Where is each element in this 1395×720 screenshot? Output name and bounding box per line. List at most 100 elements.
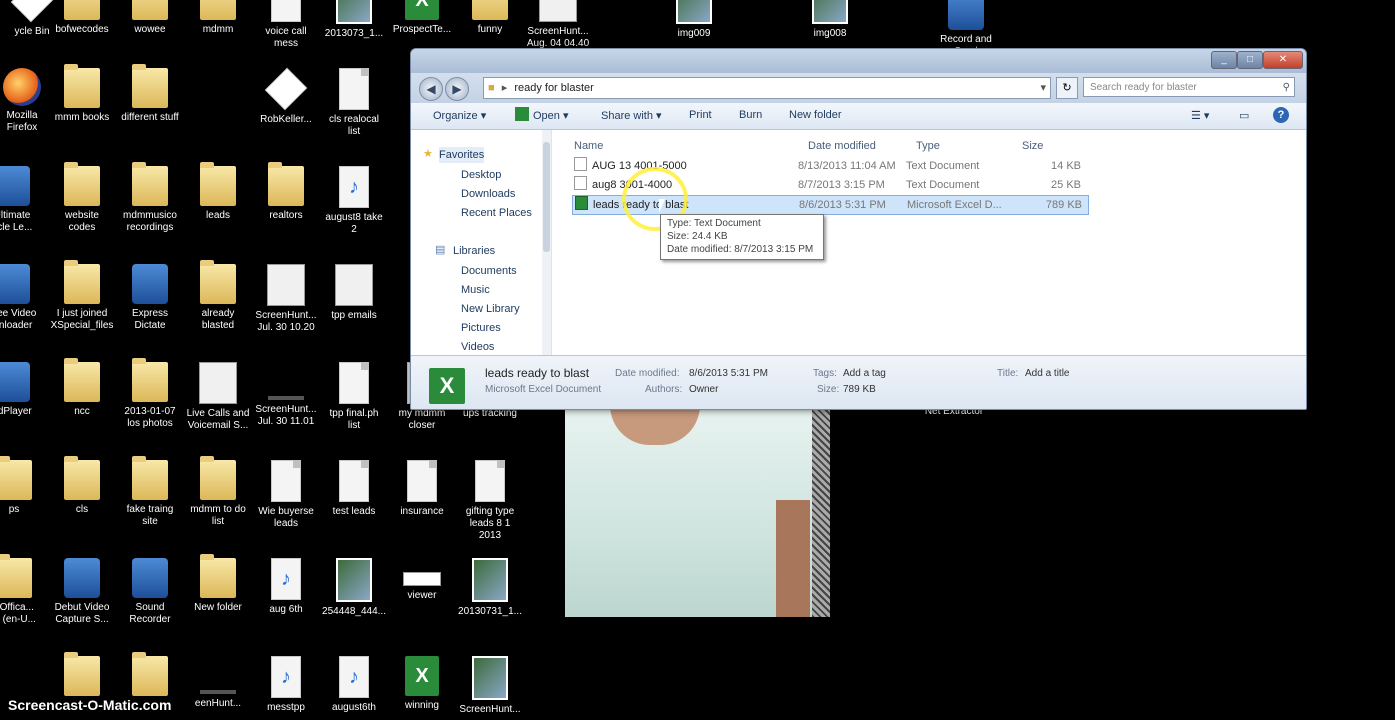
view-options-icon[interactable]: ☰ ▾	[1191, 109, 1209, 122]
search-icon[interactable]: ⚲	[1283, 78, 1290, 98]
open-button[interactable]: Open ▾	[533, 109, 569, 122]
desktop-icon[interactable]: ps	[0, 456, 46, 516]
desktop-icon[interactable]: 2013-01-07 los photos	[118, 358, 182, 430]
burn-button[interactable]: Burn	[739, 109, 762, 121]
desktop-icon[interactable]: tpp emails	[322, 264, 386, 322]
nav-favorites[interactable]: Favorites	[439, 147, 485, 163]
desktop-icon[interactable]: 254448_444...	[322, 558, 386, 618]
desktop-icon[interactable]: mdmmusico recordings	[118, 162, 182, 234]
desktop-icon[interactable]: X ProspectTe...	[390, 0, 454, 36]
column-size[interactable]: Size	[1022, 140, 1043, 152]
desktop-icon[interactable]: ♪ august8 take 2	[322, 166, 386, 236]
desktop-icon[interactable]	[50, 652, 114, 700]
nav-libraries[interactable]: Libraries	[453, 243, 495, 259]
desktop-icon[interactable]: eenHunt...	[186, 656, 250, 710]
desktop-icon[interactable]: ScreenHunt... Aug. 04 04.40	[526, 0, 590, 50]
details-title-value[interactable]: Add a title	[1025, 368, 1069, 379]
desktop-icon[interactable]: ♪ aug 6th	[254, 558, 318, 616]
column-type[interactable]: Type	[916, 140, 940, 152]
desktop-icon[interactable]: ♪ august6th	[322, 656, 386, 714]
print-button[interactable]: Print	[689, 109, 712, 121]
desktop-icon-label: Wie buyerse leads	[258, 506, 314, 529]
desktop-icon[interactable]: 2013073_1...	[322, 0, 386, 40]
desktop-icon[interactable]	[118, 652, 182, 700]
desktop-icon[interactable]: website codes	[50, 162, 114, 234]
organize-button[interactable]: Organize ▾	[433, 109, 486, 122]
preview-pane-icon[interactable]: ▭	[1239, 109, 1249, 122]
nav-pictures[interactable]: Pictures	[461, 320, 501, 336]
desktop-icon[interactable]: adPlayer	[0, 362, 44, 418]
doc-icon	[407, 460, 437, 502]
desktop-icon[interactable]: mdmm	[186, 0, 250, 36]
nav-scrollbar-thumb[interactable]	[543, 142, 550, 252]
address-dropdown-icon[interactable]: ▾	[1040, 78, 1046, 98]
desktop-icon[interactable]: nOffica... G (en-U...	[0, 554, 46, 626]
desktop-icon[interactable]: 20130731_1...	[458, 558, 522, 618]
help-icon[interactable]: ?	[1273, 107, 1289, 123]
column-name[interactable]: Name	[574, 140, 603, 152]
desktop-icon[interactable]: RobKeller...	[254, 67, 318, 126]
desktop-icon[interactable]: insurance	[390, 460, 454, 518]
desktop-icon[interactable]: fake traing site	[118, 456, 182, 528]
desktop-icon[interactable]: Xwinning	[390, 656, 454, 712]
desktop-icon[interactable]: Mozilla Firefox	[0, 68, 54, 134]
desktop-icon[interactable]: cls	[50, 456, 114, 516]
address-bar[interactable]: ■ ▸ ready for blaster ▾	[483, 77, 1051, 99]
desktop-icon[interactable]: img009	[662, 0, 726, 40]
desktop-icon[interactable]: wowee	[118, 0, 182, 36]
desktop-icon[interactable]: test leads	[322, 460, 386, 518]
desktop-icon[interactable]: leads	[186, 162, 250, 222]
desktop-icon[interactable]: already blasted	[186, 260, 250, 332]
close-button[interactable]: ✕	[1263, 51, 1303, 69]
nav-desktop[interactable]: Desktop	[461, 167, 501, 183]
desktop-icon[interactable]: mmm books	[50, 64, 114, 124]
desktop-icon[interactable]: ncc	[50, 358, 114, 418]
desktop-icon[interactable]: voice call mess	[254, 0, 318, 50]
desktop-icon[interactable]: bofwecodes	[50, 0, 114, 36]
desktop-icon[interactable]: mdmm to do list	[186, 456, 250, 528]
desktop-icon[interactable]: tpp final.ph list	[322, 362, 386, 432]
share-with-button[interactable]: Share with ▾	[601, 109, 662, 122]
search-input[interactable]: Search ready for blaster ⚲	[1083, 77, 1295, 97]
desktop-icon[interactable]: Live Calls and Voicemail S...	[186, 362, 250, 432]
new-folder-button[interactable]: New folder	[789, 109, 842, 121]
desktop-icon[interactable]: ScreenHunt... Jul. 30 10.20	[254, 264, 318, 334]
desktop-icon[interactable]: Wie buyerse leads	[254, 460, 318, 530]
nav-new-library[interactable]: New Library	[461, 301, 520, 317]
nav-recent-places[interactable]: Recent Places	[461, 205, 532, 221]
desktop-icon[interactable]: funny	[458, 0, 522, 36]
window-titlebar[interactable]: _ □ ✕	[411, 49, 1306, 73]
nav-documents[interactable]: Documents	[461, 263, 517, 279]
desktop-icon[interactable]: Express Dictate	[118, 264, 182, 332]
details-tags-value[interactable]: Add a tag	[843, 368, 886, 379]
address-path[interactable]: ready for blaster	[514, 82, 593, 94]
column-date-modified[interactable]: Date modified	[808, 140, 876, 152]
desktop-icon[interactable]: Free Video wnloader	[0, 264, 44, 332]
desktop-icon[interactable]: ♪ messtpp	[254, 656, 318, 714]
refresh-button[interactable]: ↻	[1056, 77, 1078, 99]
breadcrumb-chevron-icon[interactable]: ▸	[502, 82, 508, 94]
nav-videos[interactable]: Videos	[461, 339, 494, 355]
desktop-icon[interactable]: different stuff	[118, 64, 182, 124]
desktop-icon[interactable]: ScreenHunt...	[458, 656, 522, 716]
back-button[interactable]: ◀	[419, 77, 443, 101]
minimize-button[interactable]: _	[1211, 51, 1237, 69]
nav-scrollbar[interactable]	[542, 130, 551, 355]
desktop-icon[interactable]: New folder	[186, 554, 250, 614]
desktop-icon[interactable]: Debut Video Capture S...	[50, 558, 114, 626]
nav-music[interactable]: Music	[461, 282, 490, 298]
desktop-icon[interactable]: viewer	[390, 558, 454, 602]
forward-button[interactable]: ▶	[445, 77, 469, 101]
desktop-icon[interactable]: realtors	[254, 162, 318, 222]
desktop-icon[interactable]: img008	[798, 0, 862, 40]
maximize-button[interactable]: □	[1237, 51, 1263, 69]
explorer-window[interactable]: _ □ ✕ ◀ ▶ ■ ▸ ready for blaster ▾ ↻ Sear…	[410, 48, 1307, 410]
desktop-icon[interactable]: gifting type leads 8 1 2013	[458, 460, 522, 542]
desktop-icon[interactable]: Sound Recorder	[118, 558, 182, 626]
desktop-icon[interactable]: cls realocal list	[322, 68, 386, 138]
desktop-icon[interactable]: ScreenHunt... Jul. 30 11.01	[254, 362, 318, 428]
desktop-icon[interactable]: I just joined XSpecial_files	[50, 260, 114, 332]
nav-downloads[interactable]: Downloads	[461, 186, 515, 202]
details-authors-value[interactable]: Owner	[689, 384, 718, 395]
desktop-icon[interactable]: Ultimate ircle Le...	[0, 166, 44, 234]
